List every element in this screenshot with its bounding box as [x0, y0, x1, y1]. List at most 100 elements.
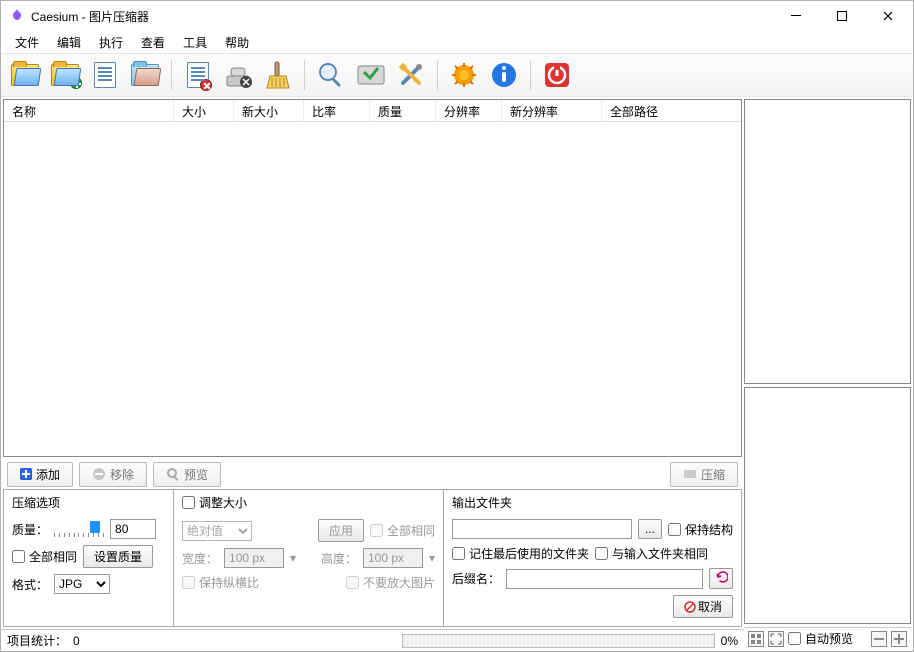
preview-controls: 自动预览: [744, 627, 911, 649]
format-select[interactable]: JPG: [54, 574, 110, 594]
quality-label: 质量：: [12, 521, 48, 538]
suffix-input[interactable]: [506, 569, 703, 589]
suffix-label: 后缀名：: [452, 570, 500, 587]
browse-button[interactable]: ...: [638, 519, 662, 539]
no-enlarge-checkbox[interactable]: 不要放大图片: [346, 574, 435, 591]
col-quality[interactable]: 质量: [370, 100, 436, 121]
clear-list-button[interactable]: [220, 57, 256, 93]
settings-button[interactable]: [393, 57, 429, 93]
toolbar-separator: [171, 60, 172, 90]
preview-button[interactable]: [313, 57, 349, 93]
preview-pane: 自动预览: [744, 99, 911, 649]
remove-button[interactable]: 移除: [79, 462, 147, 487]
compress-action-button[interactable]: 压缩: [670, 462, 738, 487]
minus-icon: [92, 467, 106, 481]
action-bar: 添加 移除 预览 压缩: [3, 460, 742, 488]
quality-input[interactable]: [110, 519, 156, 539]
file-table: 名称 大小 新大小 比率 质量 分辨率 新分辨率 全部路径: [3, 99, 742, 457]
progress-bar: [402, 634, 714, 648]
set-quality-button[interactable]: 设置质量: [83, 545, 153, 568]
status-bar: 项目统计： 0 0%: [1, 629, 744, 651]
auto-preview-checkbox[interactable]: 自动预览: [788, 630, 853, 647]
width-label: 宽度：: [182, 550, 218, 567]
minimize-button[interactable]: [773, 1, 819, 31]
toolbar-separator: [530, 60, 531, 90]
compress-panel: 压缩选项 质量： 全部相同 设置质量 格式： JPG: [4, 490, 174, 626]
compress-header: 压缩选项: [12, 494, 165, 511]
menu-edit[interactable]: 编辑: [49, 32, 89, 53]
col-size[interactable]: 大小: [174, 100, 234, 121]
output-path-input[interactable]: [452, 519, 632, 539]
keep-structure-checkbox[interactable]: 保持结构: [668, 521, 733, 538]
resize-enable-checkbox[interactable]: 调整大小: [182, 494, 435, 511]
undo-icon: [714, 571, 728, 583]
table-body[interactable]: [4, 122, 741, 456]
compress-icon: [683, 467, 697, 481]
progress-pct: 0%: [721, 634, 738, 648]
menu-bar: 文件 编辑 执行 查看 工具 帮助: [1, 31, 913, 53]
add-label: 添加: [36, 466, 60, 483]
output-header: 输出文件夹: [452, 494, 733, 511]
add-button[interactable]: 添加: [7, 462, 73, 487]
magnifier-icon: [166, 467, 180, 481]
app-icon: [9, 8, 25, 24]
compress-label: 压缩: [701, 466, 725, 483]
menu-view[interactable]: 查看: [133, 32, 173, 53]
toolbar-separator: [437, 60, 438, 90]
zoom-in-button[interactable]: [891, 631, 907, 647]
left-pane: 名称 大小 新大小 比率 质量 分辨率 新分辨率 全部路径 添加 移除 预览 压…: [1, 97, 744, 651]
remember-last-checkbox[interactable]: 记住最后使用的文件夹: [452, 545, 589, 562]
save-list-button[interactable]: [127, 57, 163, 93]
menu-action[interactable]: 执行: [91, 32, 131, 53]
website-button[interactable]: [446, 57, 482, 93]
resize-same-all-checkbox[interactable]: 全部相同: [370, 522, 435, 539]
fit-button[interactable]: [748, 631, 764, 647]
col-full-path[interactable]: 全部路径: [602, 100, 741, 121]
suffix-reset-button[interactable]: [709, 568, 733, 589]
actual-size-button[interactable]: [768, 631, 784, 647]
add-folder-button[interactable]: [47, 57, 83, 93]
menu-tools[interactable]: 工具: [175, 32, 215, 53]
preview-label: 预览: [184, 466, 208, 483]
menu-help[interactable]: 帮助: [217, 32, 257, 53]
clean-button[interactable]: [260, 57, 296, 93]
options-panels: 压缩选项 质量： 全部相同 设置质量 格式： JPG: [3, 489, 742, 627]
preview-action-button[interactable]: 预览: [153, 462, 221, 487]
quality-slider[interactable]: [54, 521, 104, 537]
col-new-resolution[interactable]: 新分辨率: [502, 100, 602, 121]
table-header: 名称 大小 新大小 比率 质量 分辨率 新分辨率 全部路径: [4, 100, 741, 122]
menu-file[interactable]: 文件: [7, 32, 47, 53]
title-bar: Caesium - 图片压缩器: [1, 1, 913, 31]
exit-button[interactable]: [539, 57, 575, 93]
cancel-button[interactable]: 取消: [673, 595, 733, 618]
maximize-button[interactable]: [819, 1, 865, 31]
resize-apply-button[interactable]: 应用: [318, 519, 364, 542]
remove-item-button[interactable]: [180, 57, 216, 93]
col-new-size[interactable]: 新大小: [234, 100, 304, 121]
about-button[interactable]: [486, 57, 522, 93]
col-resolution[interactable]: 分辨率: [436, 100, 502, 121]
compress-button[interactable]: [353, 57, 389, 93]
col-name[interactable]: 名称: [4, 100, 174, 121]
format-label: 格式：: [12, 576, 48, 593]
main-area: 名称 大小 新大小 比率 质量 分辨率 新分辨率 全部路径 添加 移除 预览 压…: [1, 97, 913, 651]
preview-original: [744, 99, 911, 384]
items-count: 0: [73, 634, 80, 648]
plus-icon: [20, 468, 32, 480]
col-ratio[interactable]: 比率: [304, 100, 370, 121]
items-label: 项目统计：: [7, 632, 67, 649]
open-list-button[interactable]: [87, 57, 123, 93]
cancel-icon: [684, 601, 696, 613]
height-input[interactable]: [363, 548, 423, 568]
width-input[interactable]: [224, 548, 284, 568]
keep-ratio-checkbox[interactable]: 保持纵横比: [182, 574, 259, 591]
add-files-button[interactable]: [7, 57, 43, 93]
resize-mode-select[interactable]: 绝对值: [182, 521, 252, 541]
toolbar: [1, 53, 913, 97]
same-as-input-checkbox[interactable]: 与输入文件夹相同: [595, 545, 708, 562]
close-button[interactable]: [865, 1, 911, 31]
zoom-out-button[interactable]: [871, 631, 887, 647]
same-quality-checkbox[interactable]: 全部相同: [12, 548, 77, 565]
preview-compressed: [744, 387, 911, 624]
height-label: 高度：: [321, 550, 357, 567]
